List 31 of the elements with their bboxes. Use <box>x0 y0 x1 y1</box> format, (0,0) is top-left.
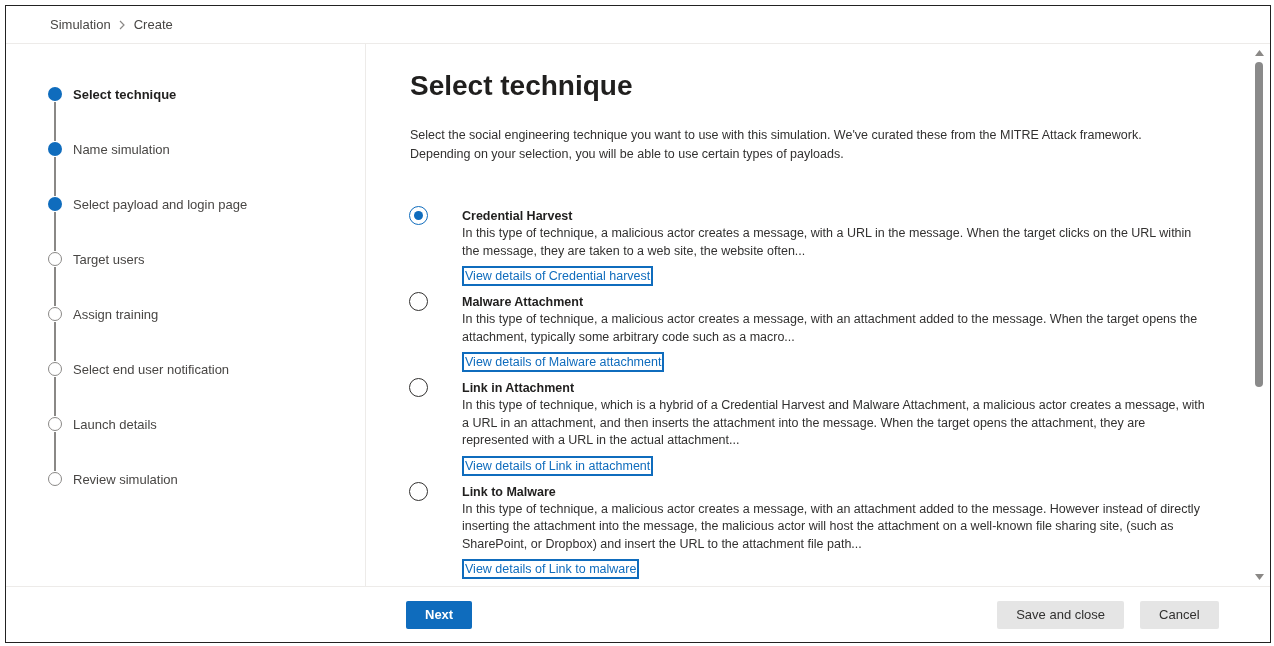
description-text: Select the social engineering technique you want to use with this simulation. We've curated these from the MITRE Attack framework. Depending on your selection, you will be able to use certain types of payloads. <box>410 127 1143 163</box>
scrollbar-thumb[interactable] <box>1255 62 1263 387</box>
scroll-down-icon[interactable] <box>1254 574 1264 580</box>
option-description: In this type of technique, a malicious actor creates a message, with an attachment added to the message. When the target opens the attachment, typically some arbitrary code such as a macro... <box>462 311 1199 346</box>
breadcrumb-current: Create <box>133 17 173 32</box>
option-title: Link to Malware <box>462 483 556 501</box>
details-link[interactable]: View details of Malware attachment <box>462 352 665 372</box>
option-title: Link in Attachment <box>462 380 575 397</box>
cancel-button[interactable]: Cancel <box>1140 600 1219 629</box>
option-description: In this type of technique, a malicious actor creates a message, with a URL in the message. When the target clicks on the URL within the message, they are taken to a web site, the website often... <box>462 225 1193 260</box>
step-label[interactable]: Name simulation <box>73 141 170 157</box>
details-link[interactable]: View details of Link to malware <box>462 559 640 579</box>
breadcrumb-link[interactable]: Simulation <box>50 17 111 32</box>
next-button[interactable]: Next <box>406 600 473 629</box>
save-and-close-button[interactable]: Save and close <box>997 600 1125 629</box>
scroll-up-icon[interactable] <box>1254 50 1264 56</box>
chevron-icon <box>118 19 126 30</box>
details-link[interactable]: View details of Link in attachment <box>462 455 654 476</box>
page-title: Select technique <box>410 70 634 102</box>
step-label[interactable]: Select technique <box>73 86 177 102</box>
details-link[interactable]: View details of Credential harvest <box>462 266 654 286</box>
step-label[interactable]: Review simulation <box>73 471 178 487</box>
option-title: Malware Attachment <box>462 294 584 311</box>
step-label[interactable]: Assign training <box>73 306 159 322</box>
step-label[interactable]: Select payload and login page <box>73 196 248 212</box>
option-description: In this type of technique, which is a hybrid of a Credential Harvest and Malware Attachment, a malicious actor creates a message, with a URL in an attachment, and then inserts the attachment into the message. When the target opens the attachment, they are represented with a URL in the actual attachment... <box>462 397 1206 449</box>
option-title: Credential Harvest <box>462 208 573 225</box>
step-label[interactable]: Select end user notification <box>73 361 230 377</box>
option-description: In this type of technique, a malicious actor creates a message, with an attachment added to the message. However instead of directly inserting the attachment into the message, the malicious actor will host the attachment on a well-known file sharing site, (such as SharePoint, or Dropbox) and insert the URL to the attachment file path... <box>462 500 1201 553</box>
step-label[interactable]: Launch details <box>73 416 157 432</box>
step-label[interactable]: Target users <box>73 251 145 267</box>
